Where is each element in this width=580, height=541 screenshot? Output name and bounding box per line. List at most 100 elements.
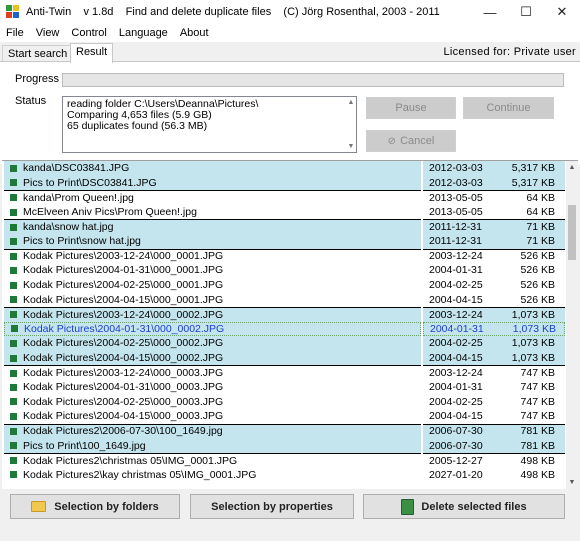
- duplicate-marker-icon[interactable]: [10, 179, 17, 187]
- duplicate-marker-icon[interactable]: [10, 442, 17, 450]
- file-row[interactable]: Kodak Pictures\2003-12-24\000_0001.JPG: [4, 248, 421, 264]
- duplicate-marker-icon[interactable]: [10, 398, 17, 406]
- file-date: 2004-01-31: [429, 264, 483, 277]
- file-detail-row[interactable]: 2011-12-31 71 KB: [423, 233, 565, 249]
- window-title: Anti-Twin v 1.8d Find and delete duplica…: [26, 6, 440, 18]
- pause-button[interactable]: Pause: [366, 97, 456, 119]
- file-row[interactable]: Kodak Pictures\2004-02-25\000_0002.JPG: [4, 336, 421, 351]
- file-row[interactable]: Pics to Print\DSC03841.JPG: [4, 175, 421, 191]
- duplicate-marker-icon[interactable]: [10, 311, 17, 319]
- file-detail-row[interactable]: 2003-12-24 747 KB: [423, 365, 565, 380]
- file-path: Kodak Pictures\2003-12-24\000_0001.JPG: [23, 250, 224, 263]
- selection-by-folders-button[interactable]: Selection by folders: [10, 494, 180, 519]
- file-detail-row[interactable]: 2004-02-25 526 KB: [423, 278, 565, 293]
- menu-language[interactable]: Language: [113, 27, 174, 39]
- file-detail-row[interactable]: 2006-07-30 781 KB: [423, 438, 565, 453]
- file-list[interactable]: kanda\DSC03841.JPG Pics to Print\DSC03841…: [4, 161, 421, 490]
- file-row[interactable]: Pics to Print\100_1649.jpg: [4, 438, 421, 453]
- duplicate-marker-icon[interactable]: [10, 223, 17, 231]
- duplicate-marker-icon[interactable]: [11, 325, 18, 333]
- file-row[interactable]: Kodak Pictures2\christmas 05\IMG_0001.JP…: [4, 452, 421, 468]
- file-row[interactable]: kanda\snow hat.jpg: [4, 219, 421, 234]
- maximize-button[interactable]: ☐: [508, 0, 544, 24]
- file-detail-row[interactable]: 2004-04-15 526 KB: [423, 292, 565, 307]
- menu-control[interactable]: Control: [65, 27, 112, 39]
- file-row[interactable]: McElveen Aniv Pics\Prom Queen!.jpg: [4, 205, 421, 220]
- scroll-up-icon[interactable]: ▲: [348, 97, 355, 108]
- duplicate-marker-icon[interactable]: [10, 369, 17, 377]
- duplicate-marker-icon[interactable]: [10, 457, 17, 465]
- duplicate-marker-icon[interactable]: [10, 427, 17, 435]
- file-date: 2004-02-25: [429, 395, 483, 408]
- file-row[interactable]: Kodak Pictures\2004-04-15\000_0003.JPG: [4, 409, 421, 424]
- file-details-list[interactable]: 2012-03-03 5,317 KB 2012-03-03 5,317 KB 2013…: [423, 161, 565, 490]
- tab-result[interactable]: Result: [70, 43, 114, 63]
- tab-start-search[interactable]: Start search: [2, 45, 74, 62]
- file-detail-row[interactable]: 2004-01-31 747 KB: [423, 380, 565, 395]
- file-row[interactable]: kanda\Prom Queen!.jpg: [4, 190, 421, 205]
- file-row[interactable]: Kodak Pictures\2004-02-25\000_0001.JPG: [4, 278, 421, 293]
- duplicate-marker-icon[interactable]: [10, 237, 17, 245]
- license-text: Licensed for: Private user: [443, 46, 576, 58]
- selection-by-properties-button[interactable]: Selection by properties: [190, 494, 354, 519]
- file-detail-row[interactable]: 2005-12-27 498 KB: [423, 452, 565, 468]
- continue-button[interactable]: Continue: [463, 97, 554, 119]
- file-row[interactable]: Kodak Pictures2\kay christmas 05\IMG_000…: [4, 467, 421, 482]
- scroll-down-icon[interactable]: ▼: [348, 141, 355, 152]
- scroll-down-icon[interactable]: ▼: [566, 476, 578, 490]
- duplicate-marker-icon[interactable]: [10, 208, 17, 216]
- file-row[interactable]: Kodak Pictures\2004-04-15\000_0002.JPG: [4, 350, 421, 366]
- file-detail-row[interactable]: 2004-01-31 526 KB: [423, 263, 565, 278]
- delete-selected-button[interactable]: Delete selected files: [363, 494, 565, 519]
- file-row[interactable]: Kodak Pictures\2004-01-31\000_0003.JPG: [4, 380, 421, 395]
- menu-about[interactable]: About: [174, 27, 215, 39]
- file-row[interactable]: kanda\DSC03841.JPG: [4, 161, 421, 176]
- file-detail-row[interactable]: 2004-04-15 747 KB: [423, 409, 565, 424]
- duplicate-marker-icon[interactable]: [10, 296, 17, 304]
- file-detail-row[interactable]: 2003-12-24 1,073 KB: [423, 306, 565, 322]
- status-textbox[interactable]: reading folder C:\Users\Deanna\Pictures\…: [62, 96, 357, 153]
- duplicate-marker-icon[interactable]: [10, 194, 17, 202]
- file-size: 781 KB: [520, 439, 555, 452]
- file-row[interactable]: Kodak Pictures\2004-04-15\000_0001.JPG: [4, 292, 421, 307]
- scroll-up-icon[interactable]: ▲: [566, 161, 578, 175]
- file-path: kanda\Prom Queen!.jpg: [23, 191, 134, 204]
- cancel-button[interactable]: ⊘ Cancel: [366, 130, 456, 152]
- menu-view[interactable]: View: [30, 27, 66, 39]
- file-detail-row[interactable]: 2004-02-25 747 KB: [423, 395, 565, 410]
- duplicate-marker-icon[interactable]: [10, 354, 17, 362]
- scrollbar-thumb[interactable]: [568, 205, 576, 260]
- duplicate-marker-icon[interactable]: [10, 266, 17, 274]
- menu-file[interactable]: File: [0, 27, 30, 39]
- minimize-button[interactable]: —: [472, 0, 508, 24]
- file-detail-row[interactable]: 2003-12-24 526 KB: [423, 248, 565, 264]
- duplicate-marker-icon[interactable]: [10, 412, 17, 420]
- file-row[interactable]: Kodak Pictures2\2006-07-30\100_1649.jpg: [4, 423, 421, 439]
- close-button[interactable]: ✕: [544, 0, 580, 24]
- file-detail-row[interactable]: 2013-05-05 64 KB: [423, 190, 565, 205]
- status-scrollbar[interactable]: ▲ ▼: [346, 97, 356, 152]
- file-detail-row[interactable]: 2006-07-30 781 KB: [423, 423, 565, 439]
- file-detail-row[interactable]: 2004-02-25 1,073 KB: [423, 336, 565, 351]
- duplicate-marker-icon[interactable]: [10, 164, 17, 172]
- progress-label: Progress: [15, 73, 60, 85]
- file-row[interactable]: Kodak Pictures\2004-01-31\000_0001.JPG: [4, 263, 421, 278]
- file-row[interactable]: Kodak Pictures\2004-02-25\000_0003.JPG: [4, 395, 421, 410]
- file-detail-row[interactable]: 2012-03-03 5,317 KB: [423, 161, 565, 176]
- duplicate-marker-icon[interactable]: [10, 471, 17, 479]
- file-row[interactable]: Kodak Pictures\2003-12-24\000_0002.JPG: [4, 306, 421, 322]
- file-detail-row[interactable]: 2027-01-20 498 KB: [423, 467, 565, 482]
- file-detail-row[interactable]: 2011-12-31 71 KB: [423, 219, 565, 234]
- duplicate-marker-icon[interactable]: [10, 339, 17, 347]
- duplicate-marker-icon[interactable]: [10, 383, 17, 391]
- duplicate-marker-icon[interactable]: [10, 252, 17, 260]
- file-detail-row[interactable]: 2004-01-31 1,073 KB: [423, 321, 565, 337]
- file-row[interactable]: Pics to Print\snow hat.jpg: [4, 233, 421, 249]
- file-row[interactable]: Kodak Pictures\2003-12-24\000_0003.JPG: [4, 365, 421, 380]
- file-detail-row[interactable]: 2004-04-15 1,073 KB: [423, 350, 565, 366]
- results-scrollbar[interactable]: ▲ ▼: [566, 161, 578, 490]
- file-detail-row[interactable]: 2012-03-03 5,317 KB: [423, 175, 565, 191]
- duplicate-marker-icon[interactable]: [10, 281, 17, 289]
- file-row[interactable]: Kodak Pictures\2004-01-31\000_0002.JPG: [4, 321, 421, 337]
- file-detail-row[interactable]: 2013-05-05 64 KB: [423, 205, 565, 220]
